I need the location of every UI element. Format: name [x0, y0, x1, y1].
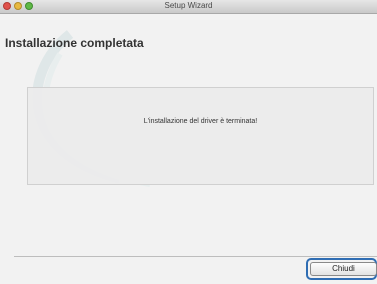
completion-message: L'installazione del driver è terminata!	[143, 118, 258, 125]
window-title: Setup Wizard	[164, 1, 213, 10]
setup-wizard-window: Setup Wizard Installazione completata L'…	[0, 0, 377, 284]
divider	[14, 256, 377, 257]
close-button[interactable]: Chiudi	[310, 262, 377, 276]
message-panel: L'installazione del driver è terminata!	[27, 87, 374, 185]
title-bar: Setup Wizard	[0, 0, 377, 14]
page-title: Installazione completata	[5, 36, 144, 50]
